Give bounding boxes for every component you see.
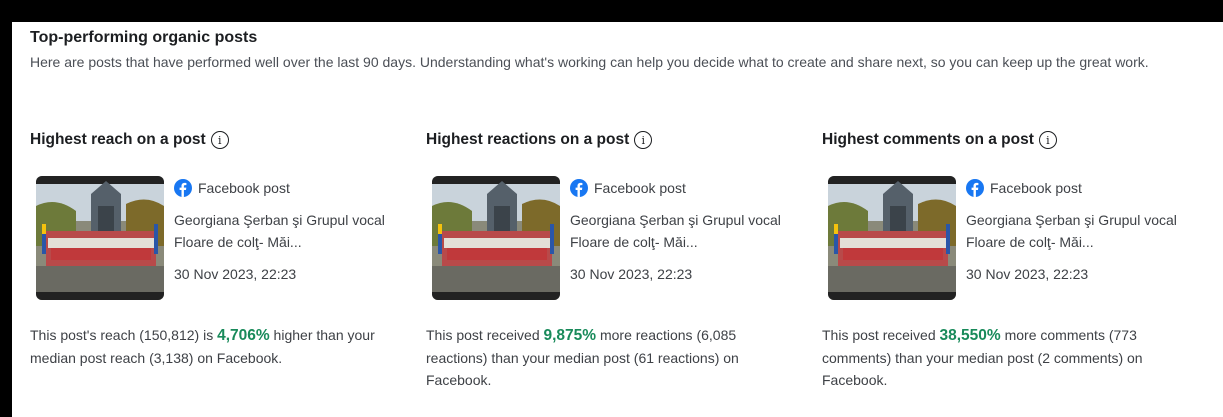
section-description: Here are posts that have performed well … bbox=[30, 54, 1149, 70]
post-type-row: Facebook post bbox=[174, 176, 399, 200]
post-info: Facebook post Georgiana Şerban şi Grupul… bbox=[570, 176, 795, 300]
top-posts-panel: Top-performing organic posts Here are po… bbox=[12, 22, 1223, 417]
post-type-row: Facebook post bbox=[570, 176, 795, 200]
card-heading: Highest reactions on a post bbox=[426, 131, 630, 148]
post-type-label: Facebook post bbox=[594, 180, 686, 196]
post-title[interactable]: Georgiana Şerban şi Grupul vocal Floare … bbox=[966, 209, 1191, 253]
info-icon[interactable]: i bbox=[210, 131, 229, 149]
card-heading-row: Highest reach on a post i bbox=[30, 128, 426, 152]
summary-text: This post's reach (150,812) is bbox=[30, 327, 218, 343]
post-preview[interactable]: Facebook post Georgiana Şerban şi Grupul… bbox=[36, 176, 426, 300]
post-summary: This post received 9,875% more reactions… bbox=[426, 324, 801, 391]
summary-text: This post received bbox=[426, 327, 544, 343]
section-title: Top-performing organic posts bbox=[30, 29, 258, 46]
post-date: 30 Nov 2023, 22:23 bbox=[966, 266, 1089, 282]
post-date: 30 Nov 2023, 22:23 bbox=[570, 266, 693, 282]
post-thumbnail-image bbox=[36, 176, 164, 300]
post-preview[interactable]: Facebook post Georgiana Şerban şi Grupul… bbox=[432, 176, 822, 300]
cards-row: Highest reach on a post i Facebook post … bbox=[30, 128, 1218, 391]
info-icon[interactable]: i bbox=[634, 131, 653, 149]
post-type-label: Facebook post bbox=[198, 180, 290, 196]
post-thumbnail-image bbox=[828, 176, 956, 300]
summary-percent: 4,706% bbox=[217, 327, 270, 344]
post-preview[interactable]: Facebook post Georgiana Şerban şi Grupul… bbox=[828, 176, 1218, 300]
post-type-row: Facebook post bbox=[966, 176, 1191, 200]
post-date: 30 Nov 2023, 22:23 bbox=[174, 266, 297, 282]
post-thumbnail-image bbox=[432, 176, 560, 300]
post-thumbnail[interactable] bbox=[828, 176, 956, 300]
post-summary: This post's reach (150,812) is 4,706% hi… bbox=[30, 324, 405, 369]
card-highest-comments: Highest comments on a post i Facebook po… bbox=[822, 128, 1218, 391]
post-thumbnail[interactable] bbox=[432, 176, 560, 300]
card-heading: Highest reach on a post bbox=[30, 131, 206, 148]
post-info: Facebook post Georgiana Şerban şi Grupul… bbox=[174, 176, 399, 300]
card-highest-reactions: Highest reactions on a post i Facebook p… bbox=[426, 128, 822, 391]
card-heading-row: Highest reactions on a post i bbox=[426, 128, 822, 152]
summary-text: This post received bbox=[822, 327, 940, 343]
post-info: Facebook post Georgiana Şerban şi Grupul… bbox=[966, 176, 1191, 300]
card-heading-row: Highest comments on a post i bbox=[822, 128, 1218, 152]
card-heading: Highest comments on a post bbox=[822, 131, 1034, 148]
info-icon[interactable]: i bbox=[1038, 131, 1057, 149]
summary-percent: 38,550% bbox=[939, 327, 1001, 344]
summary-percent: 9,875% bbox=[543, 327, 597, 344]
post-title[interactable]: Georgiana Şerban şi Grupul vocal Floare … bbox=[174, 209, 399, 253]
facebook-icon bbox=[174, 179, 192, 197]
facebook-icon bbox=[966, 179, 984, 197]
post-summary: This post received 38,550% more comments… bbox=[822, 324, 1197, 391]
post-thumbnail[interactable] bbox=[36, 176, 164, 300]
facebook-icon bbox=[570, 179, 588, 197]
card-highest-reach: Highest reach on a post i Facebook post … bbox=[30, 128, 426, 391]
post-type-label: Facebook post bbox=[990, 180, 1082, 196]
post-title[interactable]: Georgiana Şerban şi Grupul vocal Floare … bbox=[570, 209, 795, 253]
